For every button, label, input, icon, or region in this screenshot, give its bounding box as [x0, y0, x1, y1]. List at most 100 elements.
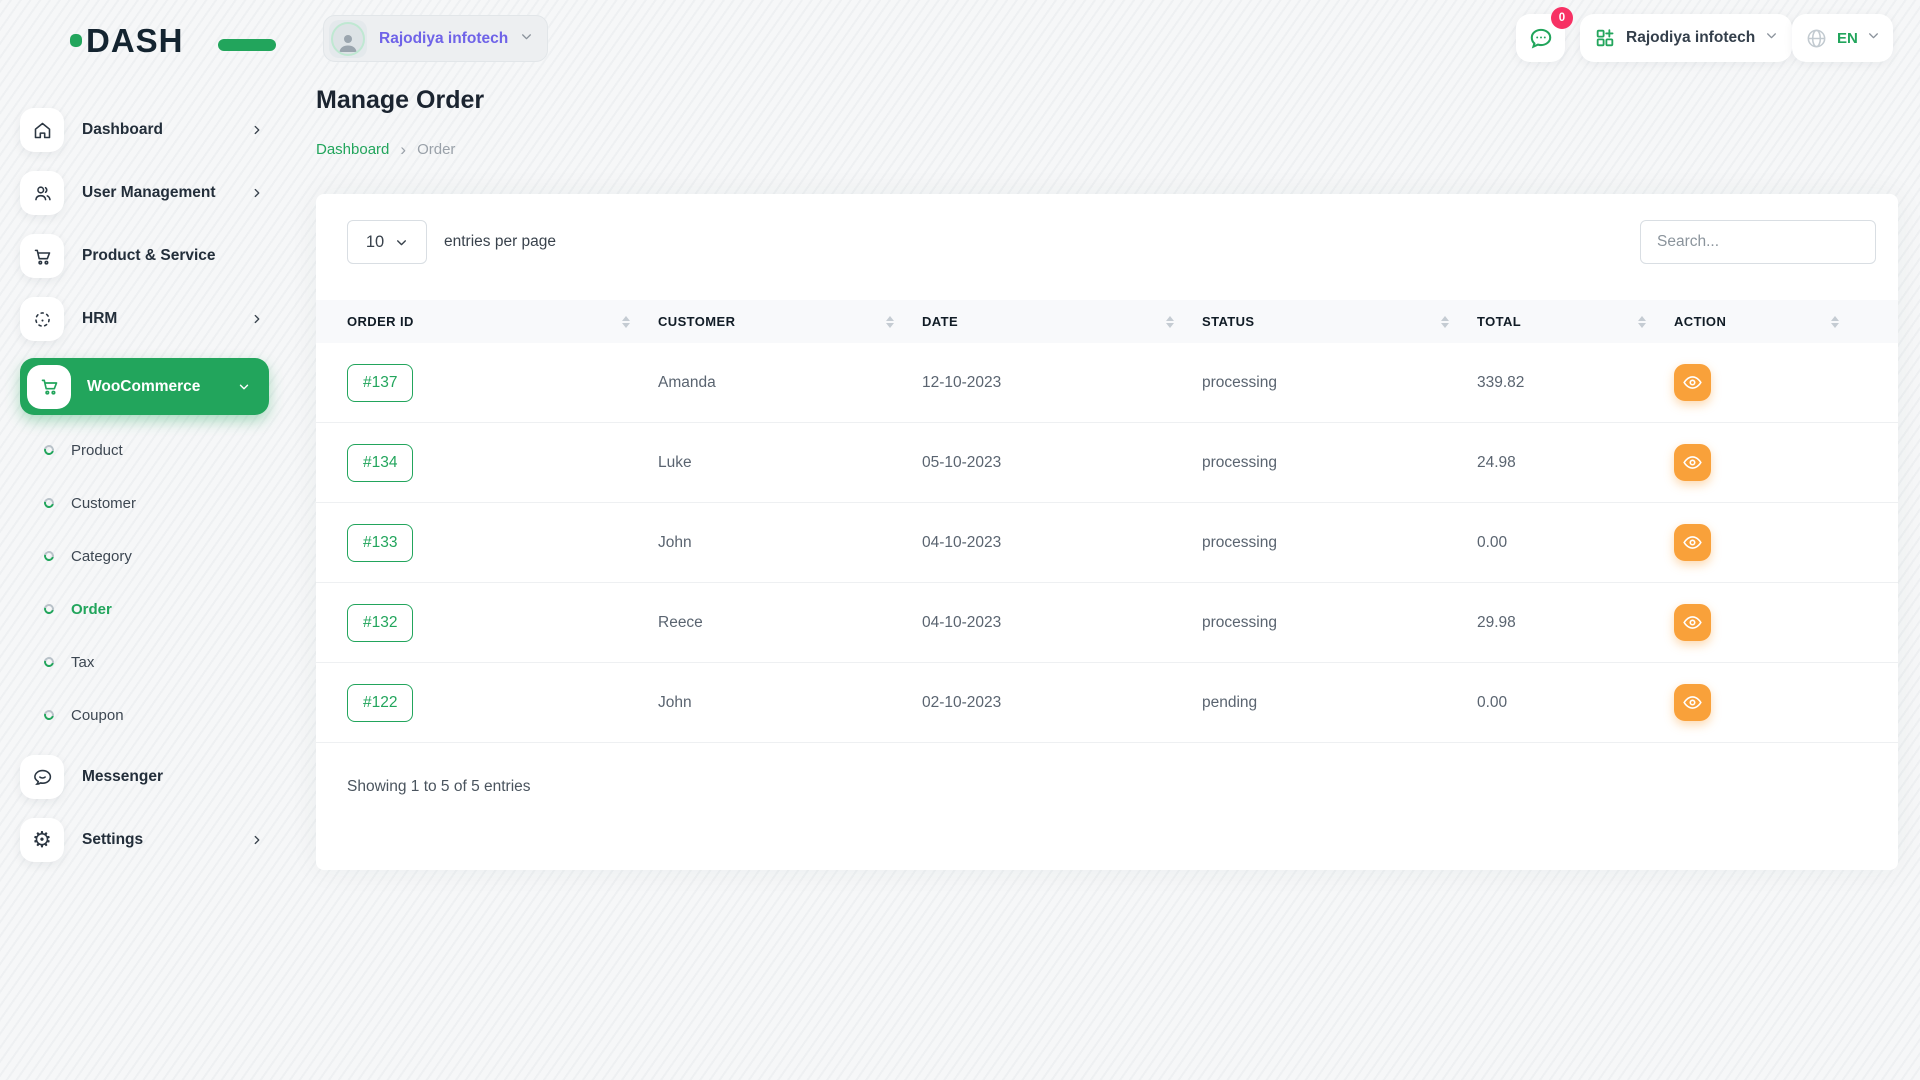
sidebar-item-woocommerce[interactable]: WooCommerce: [20, 358, 269, 415]
eye-icon: [1683, 533, 1702, 552]
sort-icon[interactable]: [1638, 316, 1646, 328]
order-id-badge[interactable]: #134: [347, 444, 413, 482]
sort-icon[interactable]: [1441, 316, 1449, 328]
table-row: #137 Amanda 12-10-2023 processing 339.82: [316, 343, 1898, 423]
cart-icon: [20, 234, 64, 278]
view-order-button[interactable]: [1674, 444, 1711, 481]
orders-table: ORDER ID CUSTOMER DATE STATUS TOTAL: [316, 300, 1898, 796]
customer-cell: Luke: [658, 454, 922, 472]
view-order-button[interactable]: [1674, 604, 1711, 641]
total-cell: 0.00: [1477, 534, 1674, 552]
sidebar-item-dashboard[interactable]: Dashboard: [20, 106, 300, 154]
app-root: DASH Rajodiya infotech 0 Rajodiya infote…: [0, 0, 1920, 1080]
bullet-icon: [42, 496, 56, 510]
avatar: [329, 20, 367, 58]
messages-button[interactable]: 0: [1516, 14, 1565, 62]
company-dropdown[interactable]: Rajodiya infotech: [1580, 14, 1792, 62]
sidebar-item-product-service[interactable]: Product & Service: [20, 232, 300, 280]
column-header-order-id[interactable]: ORDER ID: [347, 314, 658, 329]
column-header-total[interactable]: TOTAL: [1477, 314, 1674, 329]
column-header-status[interactable]: STATUS: [1202, 314, 1477, 329]
column-header-customer[interactable]: CUSTOMER: [658, 314, 922, 329]
logo-dot-icon: [70, 34, 82, 47]
users-icon: [20, 171, 64, 215]
breadcrumb-separator-icon: ›: [400, 141, 406, 158]
sidebar-subitem-coupon[interactable]: Coupon: [20, 700, 300, 730]
chevron-down-icon: [1765, 29, 1778, 47]
woocommerce-submenu: Product Customer Category Order Tax Coup…: [20, 435, 300, 730]
chevron-right-icon: [250, 833, 264, 847]
sidebar-subitem-category[interactable]: Category: [20, 541, 300, 571]
app-logo[interactable]: DASH: [70, 24, 184, 57]
table-header-row: ORDER ID CUSTOMER DATE STATUS TOTAL: [316, 300, 1898, 343]
workspace-user-dropdown[interactable]: Rajodiya infotech: [323, 15, 548, 62]
date-cell: 04-10-2023: [922, 614, 1202, 632]
date-cell: 04-10-2023: [922, 534, 1202, 552]
hrm-icon: [20, 297, 64, 341]
home-icon: [20, 108, 64, 152]
eye-icon: [1683, 373, 1702, 392]
sidebar-item-settings[interactable]: ⚙ Settings: [20, 816, 300, 864]
language-code: EN: [1837, 30, 1858, 47]
logo-text: DASH: [86, 24, 184, 57]
sort-icon[interactable]: [886, 316, 894, 328]
sidebar-subitem-order[interactable]: Order: [20, 594, 300, 624]
bullet-icon: [42, 549, 56, 563]
date-cell: 02-10-2023: [922, 694, 1202, 712]
customer-cell: Amanda: [658, 374, 922, 392]
view-order-button[interactable]: [1674, 524, 1711, 561]
eye-icon: [1683, 613, 1702, 632]
sidebar-subitem-tax[interactable]: Tax: [20, 647, 300, 677]
status-cell: processing: [1202, 534, 1477, 552]
sidebar-subitem-product[interactable]: Product: [20, 435, 300, 465]
bullet-icon: [42, 602, 56, 616]
chevron-down-icon: [395, 236, 408, 249]
chevron-down-icon: [1867, 29, 1880, 47]
order-id-badge[interactable]: #137: [347, 364, 413, 402]
chevron-right-icon: [250, 123, 264, 137]
customer-cell: John: [658, 694, 922, 712]
view-order-button[interactable]: [1674, 684, 1711, 721]
order-id-badge[interactable]: #122: [347, 684, 413, 722]
table-row: #133 John 04-10-2023 processing 0.00: [316, 503, 1898, 583]
orders-card: 10 entries per page ORDER ID CUSTOMER DA…: [316, 194, 1898, 870]
column-header-date[interactable]: DATE: [922, 314, 1202, 329]
eye-icon: [1683, 693, 1702, 712]
chevron-down-icon: [237, 380, 251, 394]
breadcrumb-dashboard-link[interactable]: Dashboard: [316, 141, 389, 158]
bullet-icon: [42, 655, 56, 669]
order-id-badge[interactable]: #132: [347, 604, 413, 642]
view-order-button[interactable]: [1674, 364, 1711, 401]
gear-icon: ⚙: [20, 818, 64, 862]
customer-cell: John: [658, 534, 922, 552]
sidebar-subitem-customer[interactable]: Customer: [20, 488, 300, 518]
entries-per-page-select[interactable]: 10: [347, 220, 427, 264]
status-cell: pending: [1202, 694, 1477, 712]
sort-icon[interactable]: [622, 316, 630, 328]
customer-cell: Reece: [658, 614, 922, 632]
sidebar-item-user-management[interactable]: User Management: [20, 169, 300, 217]
status-cell: processing: [1202, 614, 1477, 632]
sort-icon[interactable]: [1166, 316, 1174, 328]
table-row: #134 Luke 05-10-2023 processing 24.98: [316, 423, 1898, 503]
date-cell: 05-10-2023: [922, 454, 1202, 472]
order-id-badge[interactable]: #133: [347, 524, 413, 562]
total-cell: 24.98: [1477, 454, 1674, 472]
sidebar-item-hrm[interactable]: HRM: [20, 295, 300, 343]
table-row: #122 John 02-10-2023 pending 0.00: [316, 663, 1898, 743]
company-name: Rajodiya infotech: [1626, 29, 1755, 47]
status-cell: processing: [1202, 374, 1477, 392]
chevron-down-icon: [520, 30, 533, 48]
logo-dash-icon: [218, 39, 276, 51]
chevron-right-icon: [250, 312, 264, 326]
sidebar-item-messenger[interactable]: Messenger: [20, 753, 300, 801]
total-cell: 29.98: [1477, 614, 1674, 632]
messages-badge: 0: [1551, 7, 1573, 29]
table-entries-summary: Showing 1 to 5 of 5 entries: [347, 778, 1898, 796]
table-controls: 10 entries per page: [316, 220, 1898, 264]
sort-icon[interactable]: [1831, 316, 1839, 328]
language-dropdown[interactable]: EN: [1792, 14, 1893, 62]
search-input[interactable]: [1640, 220, 1876, 264]
bullet-icon: [42, 708, 56, 722]
column-header-action[interactable]: ACTION: [1674, 314, 1867, 329]
